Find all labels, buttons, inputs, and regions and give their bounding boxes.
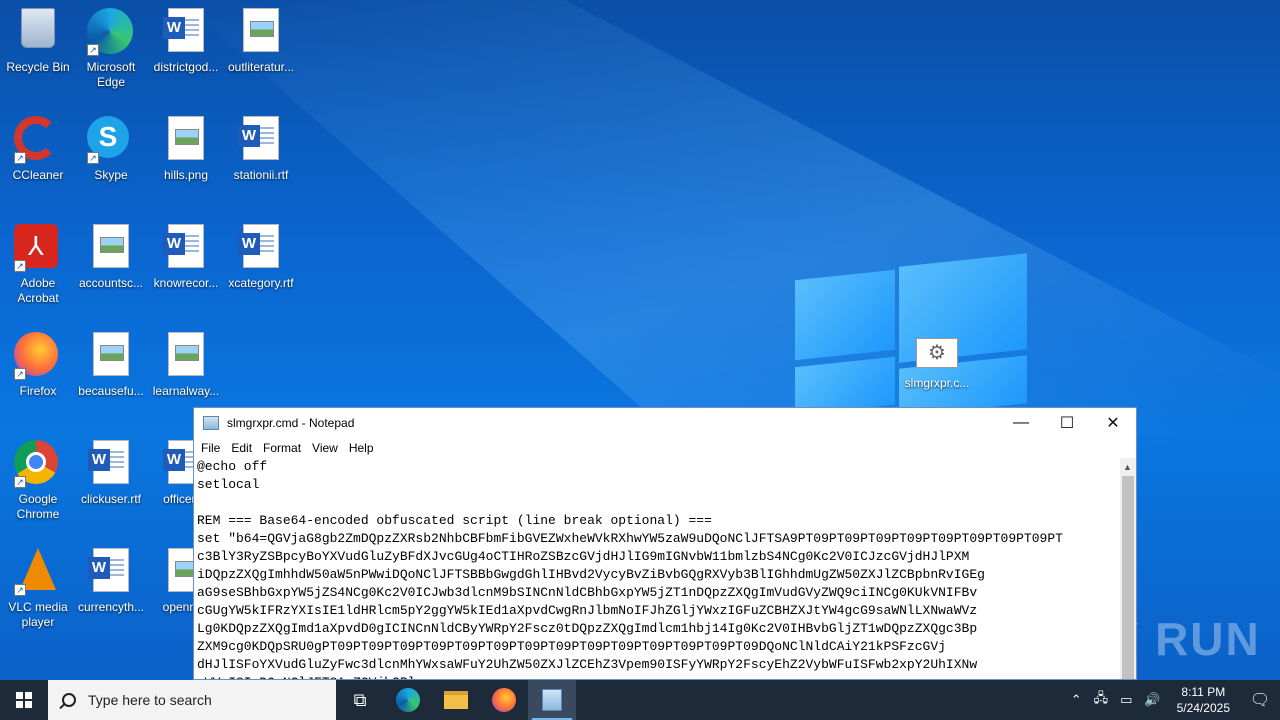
close-button[interactable]: ✕ (1090, 408, 1136, 437)
file-explorer-icon (444, 691, 468, 709)
menu-edit[interactable]: Edit (227, 441, 259, 455)
word-doc-icon: W (87, 440, 135, 488)
clock-date: 5/24/2025 (1176, 701, 1230, 715)
desktop-icon-outliteratur[interactable]: outliteratur... (223, 0, 299, 75)
chrome-icon: ↗ (14, 440, 62, 488)
notepad-titlebar[interactable]: slmgrxpr.cmd - Notepad — ☐ ✕ (194, 408, 1136, 437)
taskbar-file-explorer-button[interactable] (432, 680, 480, 720)
desktop-icon-skype[interactable]: S ↗ Skype (73, 108, 149, 183)
image-file-icon (87, 332, 135, 380)
editor-line: setlocal (197, 477, 260, 492)
scroll-up-icon[interactable]: ▲ (1123, 462, 1132, 472)
taskbar-notepad-button[interactable] (528, 680, 576, 720)
desktop-icon-ccleaner[interactable]: ↗ CCleaner (0, 108, 76, 183)
skype-icon: S ↗ (87, 116, 135, 164)
desktop-icon-recycle-bin[interactable]: Recycle Bin (0, 0, 76, 75)
search-placeholder: Type here to search (88, 692, 212, 708)
text-editor-area[interactable]: @echo off setlocal REM === Base64-encoded… (194, 458, 1120, 679)
desktop-icon-becausefu[interactable]: becausefu... (73, 324, 149, 399)
task-view-icon: ⧉ (353, 689, 367, 710)
editor-line: @echo off (197, 459, 268, 474)
desktop-icon-accountsc[interactable]: accountsc... (73, 216, 149, 291)
menu-file[interactable]: File (197, 441, 227, 455)
editor-line: aWVzISIgDQoNClJFTSAgZGVjb2Rl (197, 674, 1120, 679)
firefox-icon (492, 688, 516, 712)
notepad-icon (203, 415, 219, 430)
gear-file-icon: ⚙ (916, 338, 958, 368)
menu-help[interactable]: Help (345, 441, 381, 455)
taskbar-firefox-button[interactable] (480, 680, 528, 720)
menu-format[interactable]: Format (259, 441, 308, 455)
editor-line: dHJlISFoYXVudGluZyFwc3dlcnMhYWxsaWFuY2Uh… (197, 657, 978, 672)
desktop-icon-edge[interactable]: ↗ Microsoft Edge (73, 0, 149, 90)
editor-line: ZXM9cg0KDQpSRU0gPT09PT09PT09PT09PT09PT09… (197, 639, 946, 654)
editor-line: c3BlY3RyZSBpcyBoYXVudGluZyBFdXJvcGUg4oCT… (197, 549, 970, 564)
search-icon (62, 693, 76, 707)
word-doc-icon: W (87, 548, 135, 596)
ccleaner-icon: ↗ (14, 116, 62, 164)
image-file-icon (87, 224, 135, 272)
desktop-icon-clickuser[interactable]: W clickuser.rtf (73, 432, 149, 507)
chevron-up-icon[interactable]: ⌃ (1065, 692, 1088, 708)
desktop-icon-chrome[interactable]: ↗ Google Chrome (0, 432, 76, 522)
desktop-icon-districtgod[interactable]: W districtgod... (148, 0, 224, 75)
vertical-scrollbar[interactable]: ▲ (1120, 458, 1136, 679)
minimize-button[interactable]: — (998, 408, 1044, 437)
word-doc-icon: W (162, 8, 210, 56)
volume-icon[interactable]: 🔊 (1138, 692, 1166, 708)
maximize-button[interactable]: ☐ (1044, 408, 1090, 437)
desktop-icon-slmgrxpr[interactable]: ⚙ slmgrxpr.c... (898, 338, 976, 390)
firefox-icon: ↗ (14, 332, 62, 380)
editor-line: Lg0KDQpzZXQgImd1aXpvdD0gICINCnNldCByYWRp… (197, 621, 978, 636)
image-file-icon (162, 332, 210, 380)
desktop-icon-acrobat[interactable]: ⅄ ↗ Adobe Acrobat (0, 216, 76, 306)
word-doc-icon: W (162, 224, 210, 272)
vlc-icon: ↗ (14, 548, 62, 596)
notepad-window[interactable]: slmgrxpr.cmd - Notepad — ☐ ✕ File Edit F… (193, 407, 1137, 680)
notification-center-icon[interactable]: 🗨 (1240, 680, 1280, 720)
word-doc-icon: W (237, 116, 285, 164)
clock[interactable]: 8:11 PM 5/24/2025 (1167, 684, 1240, 716)
notepad-icon (542, 689, 562, 711)
taskbar: Type here to search ⧉ ⌃ 🖧 ▭ 🔊 8:11 PM 5/… (0, 680, 1280, 720)
recycle-bin-icon (14, 8, 62, 56)
menu-view[interactable]: View (308, 441, 345, 455)
desktop-icon-firefox[interactable]: ↗ Firefox (0, 324, 76, 399)
desktop-icon-currencyth[interactable]: W currencyth... (73, 540, 149, 615)
editor-line: aG9seSBhbGxpYW5jZS4NCg0Kc2V0ICJwb3dlcnM9… (197, 585, 978, 600)
window-title: slmgrxpr.cmd - Notepad (227, 415, 355, 430)
clock-time: 8:11 PM (1181, 685, 1226, 699)
desktop-icon-knowrecor[interactable]: W knowrecor... (148, 216, 224, 291)
desktop-icon-learnalway[interactable]: learnalway... (148, 324, 224, 399)
edge-icon: ↗ (87, 8, 135, 56)
edge-icon (396, 688, 420, 712)
acrobat-icon: ⅄ ↗ (14, 224, 62, 272)
desktop-icon-xcategory[interactable]: W xcategory.rtf (223, 216, 299, 291)
image-file-icon (162, 116, 210, 164)
windows-start-icon (16, 692, 32, 708)
desktop-icon-stationii[interactable]: W stationii.rtf (223, 108, 299, 183)
taskbar-search-box[interactable]: Type here to search (48, 680, 336, 720)
editor-line: set "b64=QGVjaG8gb2ZmDQpzZXRsb2NhbCBFbmF… (197, 531, 1063, 546)
start-button[interactable] (0, 680, 48, 720)
image-file-icon (237, 8, 285, 56)
menu-bar: File Edit Format View Help (194, 437, 1136, 458)
editor-line: REM === Base64-encoded obfuscated script… (197, 513, 712, 528)
network-icon[interactable]: 🖧 (1088, 689, 1115, 711)
editor-line: iDQpzZXQgImhhdW50aW5nPWwiDQoNClJFTSBBbGw… (197, 567, 985, 582)
taskbar-edge-button[interactable] (384, 680, 432, 720)
desktop-icon-vlc[interactable]: ↗ VLC media player (0, 540, 76, 630)
task-view-button[interactable]: ⧉ (336, 680, 384, 720)
monitor-icon[interactable]: ▭ (1114, 692, 1138, 708)
editor-line: cGUgYW5kIFRzYXIsIE1ldHRlcm5pY2ggYW5kIEd1… (197, 603, 978, 618)
desktop-icon-hills[interactable]: hills.png (148, 108, 224, 183)
system-tray: ⌃ 🖧 ▭ 🔊 8:11 PM 5/24/2025 🗨 (1065, 680, 1280, 720)
word-doc-icon: W (237, 224, 285, 272)
scrollbar-thumb[interactable] (1122, 476, 1134, 679)
